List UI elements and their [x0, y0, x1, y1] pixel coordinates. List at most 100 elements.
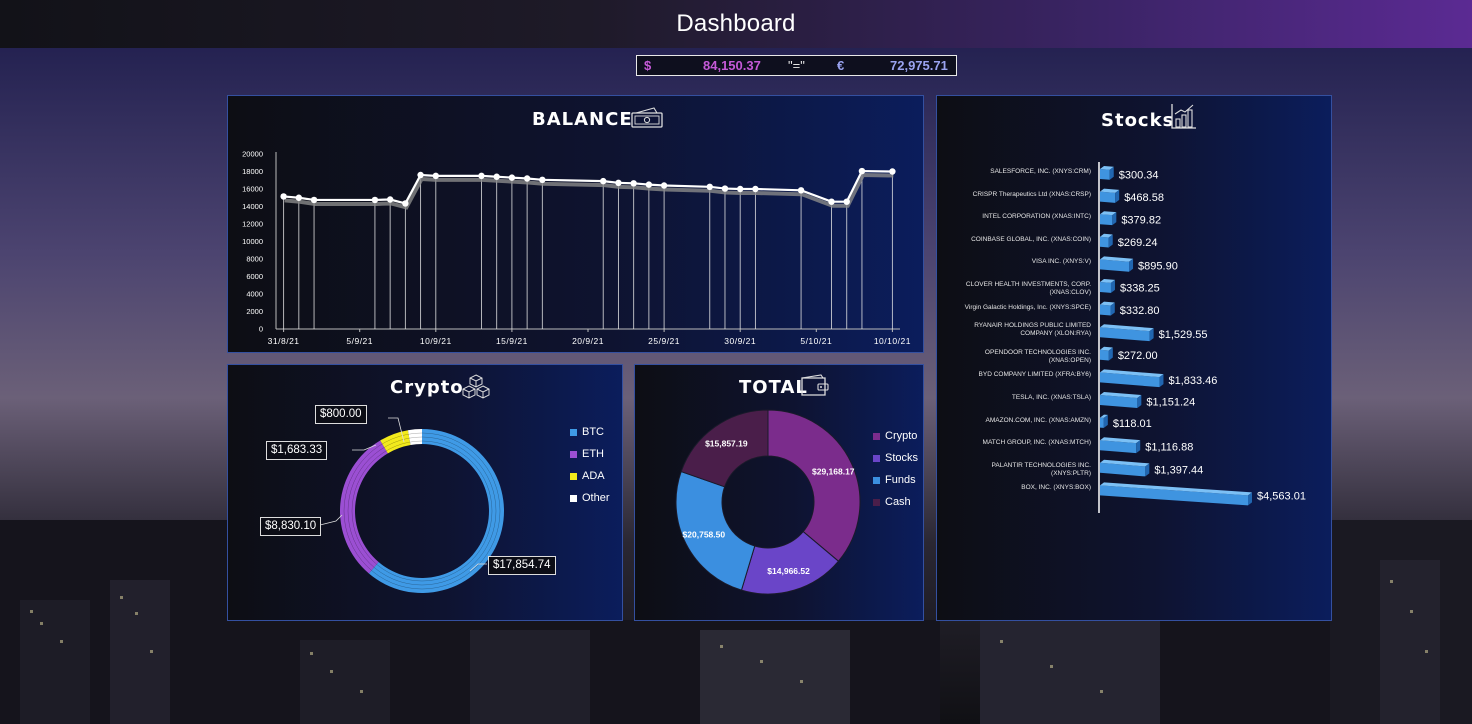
- stock-value-label: $1,529.55: [1159, 329, 1208, 341]
- x-tick-label: 25/9/21: [648, 336, 680, 346]
- balance-data-point: [402, 200, 409, 207]
- stock-value-label: $1,151.24: [1146, 396, 1195, 408]
- x-tick-label: 10/10/21: [874, 336, 911, 346]
- data-label: $1,683.33: [266, 441, 328, 460]
- balance-data-point: [539, 176, 546, 184]
- balance-data-point: [295, 194, 303, 201]
- y-tick-label: 4000: [246, 290, 263, 299]
- y-tick-label: 6000: [246, 272, 263, 281]
- total-panel: TOTAL $29,168.17 $14,966.52 $20,758.50 $15,…: [634, 364, 924, 621]
- legend-label: Cash: [885, 496, 911, 508]
- page-title: Dashboard: [676, 10, 796, 37]
- balance-panel: BALANCE 0 2000 4000 6000 8000 10000 12000 14000…: [227, 95, 924, 353]
- stock-value-label: $4,563.01: [1257, 490, 1306, 502]
- crypto-donut-chart: [319, 417, 504, 593]
- stock-value-label: $895.90: [1138, 261, 1178, 273]
- legend-label: Stocks: [885, 452, 919, 464]
- x-tick-label: 20/9/21: [572, 336, 604, 346]
- legend-label: ADA: [582, 470, 605, 482]
- legend-item: Stocks: [873, 447, 918, 469]
- balance-data-point: [280, 193, 287, 200]
- usd-symbol: $: [644, 58, 652, 73]
- balance-data-point: [615, 179, 622, 187]
- x-tick-label: 5/9/21: [346, 336, 373, 346]
- balance-data-point: [706, 183, 713, 191]
- balance-data-point: [858, 167, 866, 175]
- balance-data-point: [630, 180, 637, 187]
- stock-value-label: $118.01: [1113, 418, 1152, 430]
- legend-swatch: [873, 432, 880, 440]
- balance-data-point: [752, 185, 759, 193]
- balance-data-point: [493, 173, 500, 180]
- stock-bar: [1100, 236, 1109, 248]
- total-slice: [680, 409, 769, 488]
- legend-swatch: [570, 494, 577, 502]
- legend-swatch: [873, 498, 880, 506]
- eur-value: 72,975.71: [890, 58, 948, 73]
- y-tick-label: 2000: [246, 307, 263, 316]
- x-tick-label: 15/9/21: [496, 336, 528, 346]
- crypto-panel: Crypto BTC ETH ADA Other $800.00 $1,683.…: [227, 364, 623, 621]
- equals-sign: "=": [788, 58, 805, 73]
- legend-label: Funds: [885, 474, 916, 486]
- legend-item: ADA: [570, 465, 610, 487]
- stock-value-label: $379.82: [1121, 215, 1161, 227]
- stock-value-label: $300.34: [1119, 169, 1159, 181]
- stock-bar: [1100, 191, 1116, 203]
- leader-line: [319, 514, 343, 526]
- slice-value-label: $29,168.17: [812, 467, 855, 477]
- stock-value-label: $272.00: [1118, 350, 1158, 362]
- slice-value-label: $20,758.50: [683, 530, 726, 540]
- y-tick-label: 20000: [242, 150, 263, 159]
- stock-value-label: $332.80: [1120, 305, 1160, 317]
- balance-data-point: [645, 181, 653, 188]
- stock-value-label: $269.24: [1118, 237, 1158, 249]
- y-tick-label: 14000: [242, 202, 263, 211]
- eur-symbol: €: [837, 58, 845, 73]
- stock-bar: [1100, 304, 1111, 316]
- stocks-panel: Stocks SALESFORCE, INC. (XNYS:CRM) CRISPR…: [936, 95, 1332, 621]
- balance-data-point: [523, 175, 531, 182]
- y-tick-label: 12000: [242, 220, 263, 229]
- balance-data-point: [371, 196, 379, 204]
- legend-item: Cash: [873, 491, 918, 513]
- legend-swatch: [570, 428, 577, 436]
- crypto-slice: [340, 440, 388, 574]
- total-legend: Crypto Stocks Funds Cash: [873, 425, 918, 513]
- crypto-legend: BTC ETH ADA Other: [570, 421, 610, 509]
- stocks-bar-chart: $300.34 $468.58 $379.82 $269.24 $895.90 $338.…: [1098, 162, 1306, 513]
- legend-swatch: [570, 472, 577, 480]
- balance-data-point: [310, 196, 318, 204]
- data-label: $17,854.74: [488, 556, 556, 575]
- legend-item: Other: [570, 487, 610, 509]
- data-label: $800.00: [315, 405, 367, 424]
- legend-item: BTC: [570, 421, 610, 443]
- y-tick-label: 10000: [242, 237, 263, 246]
- data-label: $8,830.10: [260, 517, 322, 536]
- balance-data-point: [660, 182, 668, 189]
- balance-data-point: [843, 198, 850, 205]
- y-tick-label: 16000: [242, 185, 263, 194]
- legend-item: ETH: [570, 443, 610, 465]
- legend-item: Crypto: [873, 425, 918, 447]
- balance-data-point: [721, 185, 729, 192]
- legend-label: BTC: [582, 426, 604, 438]
- stock-bar: [1100, 169, 1110, 180]
- currency-conversion-box: $ 84,150.37 "=" € 72,975.71: [636, 55, 957, 76]
- legend-label: Other: [582, 492, 610, 504]
- balance-data-point: [828, 198, 835, 205]
- balance-data-point: [417, 171, 424, 179]
- stock-value-label: $468.58: [1124, 192, 1164, 204]
- x-tick-label: 31/8/21: [268, 336, 300, 346]
- legend-label: ETH: [582, 448, 604, 460]
- stock-bar: [1100, 349, 1109, 361]
- balance-data-point: [889, 168, 896, 175]
- legend-swatch: [873, 476, 880, 484]
- crypto-slice: [368, 429, 504, 593]
- balance-data-point: [386, 196, 394, 203]
- legend-swatch: [873, 454, 880, 462]
- legend-label: Crypto: [885, 430, 918, 442]
- x-tick-label: 10/9/21: [420, 336, 452, 346]
- balance-data-point: [432, 172, 440, 180]
- legend-swatch: [570, 450, 577, 458]
